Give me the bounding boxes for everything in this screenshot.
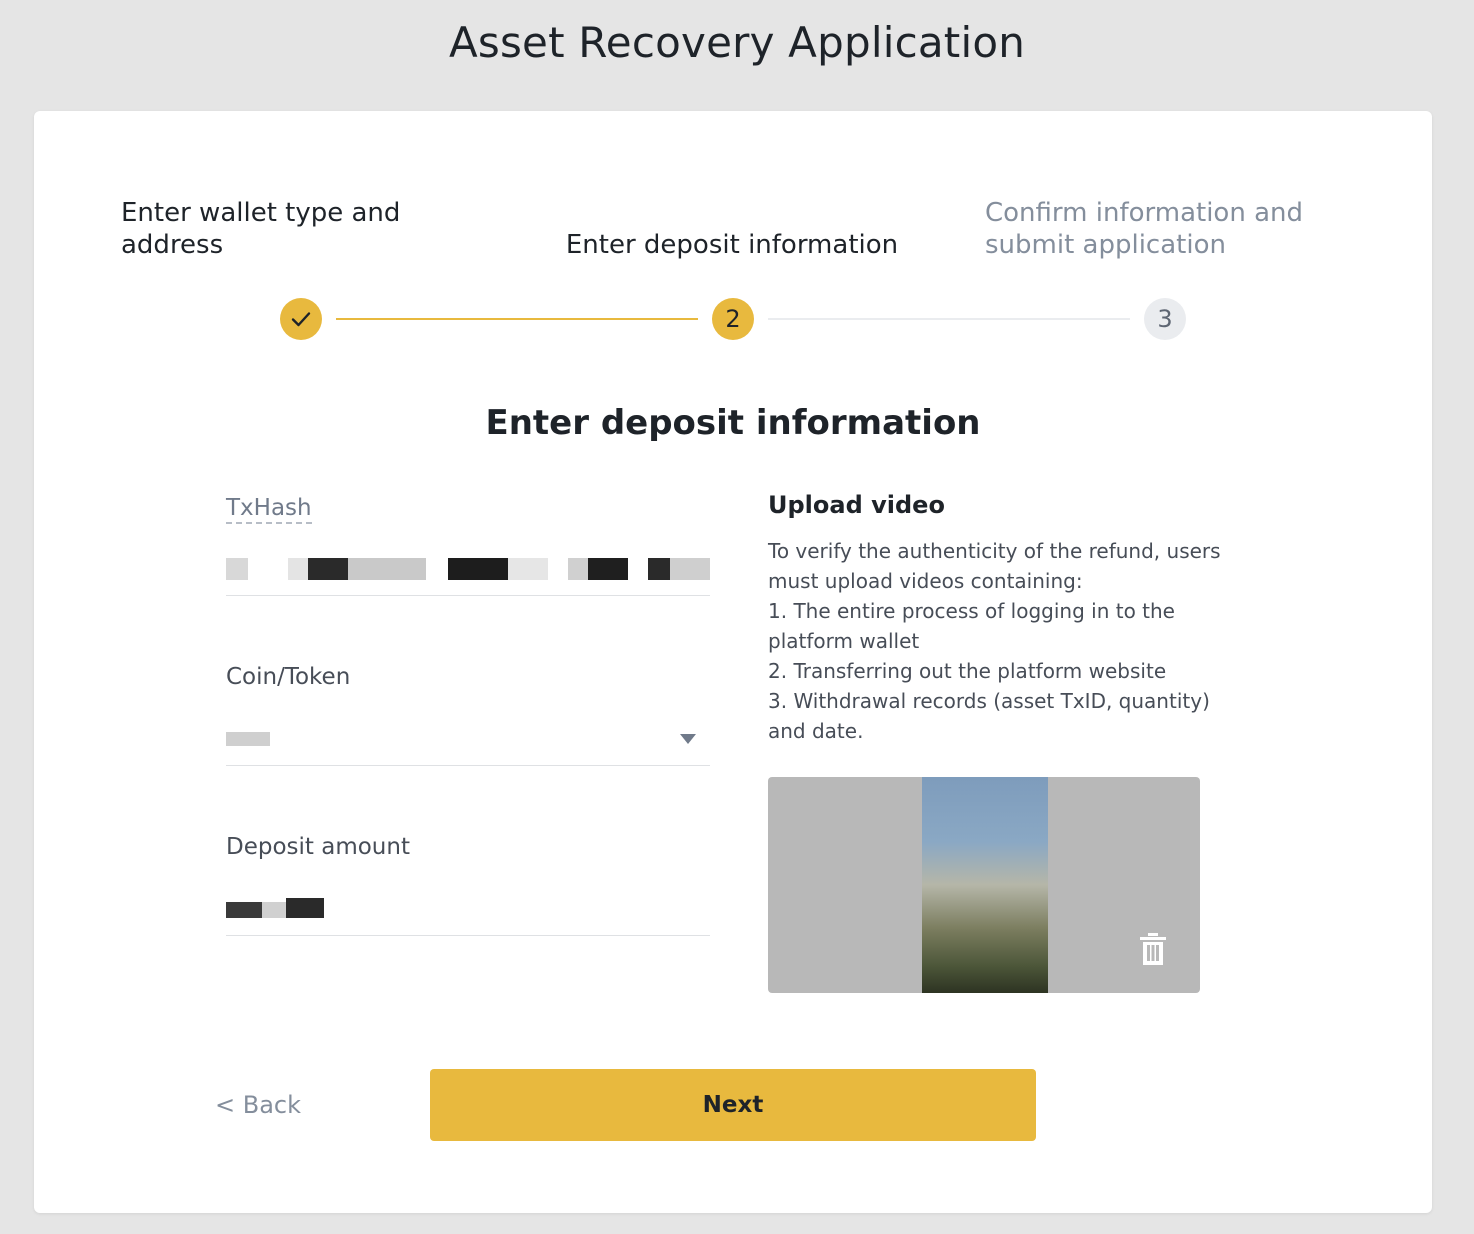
coin-token-field: Coin/Token xyxy=(226,662,710,766)
application-card: Enter wallet type and address Enter depo… xyxy=(34,111,1432,1213)
redaction-block xyxy=(448,558,508,580)
redaction-block xyxy=(670,558,710,580)
redaction-block xyxy=(226,732,270,746)
step-2-marker: 2 xyxy=(712,298,754,340)
redaction-block xyxy=(308,558,348,580)
coin-token-select[interactable] xyxy=(226,712,710,766)
step-1-complete-marker xyxy=(280,298,322,340)
txhash-label: TxHash xyxy=(226,494,312,524)
coin-token-label: Coin/Token xyxy=(226,664,351,690)
checkmark-icon xyxy=(291,312,311,327)
chevron-down-icon[interactable] xyxy=(680,734,696,744)
redaction-block xyxy=(568,558,588,580)
section-title: Enter deposit information xyxy=(485,403,981,443)
deposit-amount-label: Deposit amount xyxy=(226,834,410,860)
redaction-block xyxy=(226,902,262,918)
redaction-block xyxy=(648,558,670,580)
redaction-block xyxy=(288,558,308,580)
trash-icon[interactable] xyxy=(1140,933,1166,965)
step-3-marker: 3 xyxy=(1144,298,1186,340)
upload-instructions: To verify the authenticity of the refund… xyxy=(768,539,1221,743)
txhash-field: TxHash xyxy=(226,494,710,596)
step-3-label: Confirm information and submit applicati… xyxy=(985,198,1303,260)
redaction-block xyxy=(508,558,548,580)
txhash-input[interactable] xyxy=(226,540,710,596)
back-link[interactable]: < Back xyxy=(215,1091,301,1119)
page-title: Asset Recovery Application xyxy=(448,18,1026,67)
step-1-label: Enter wallet type and address xyxy=(121,198,401,260)
uploaded-video-preview[interactable] xyxy=(768,777,1200,993)
redaction-block xyxy=(588,558,628,580)
redaction-block xyxy=(286,898,324,918)
deposit-amount-field: Deposit amount xyxy=(226,832,710,936)
deposit-amount-input[interactable] xyxy=(226,882,710,936)
step-2-label: Enter deposit information xyxy=(565,230,899,260)
upload-video-title: Upload video xyxy=(768,491,945,519)
redaction-block xyxy=(348,558,426,580)
redaction-block xyxy=(226,558,248,580)
next-button[interactable]: Next xyxy=(430,1069,1036,1141)
video-thumbnail xyxy=(922,777,1048,993)
redaction-block xyxy=(262,902,286,918)
step-connector-1 xyxy=(336,318,698,320)
step-connector-2 xyxy=(768,318,1130,320)
